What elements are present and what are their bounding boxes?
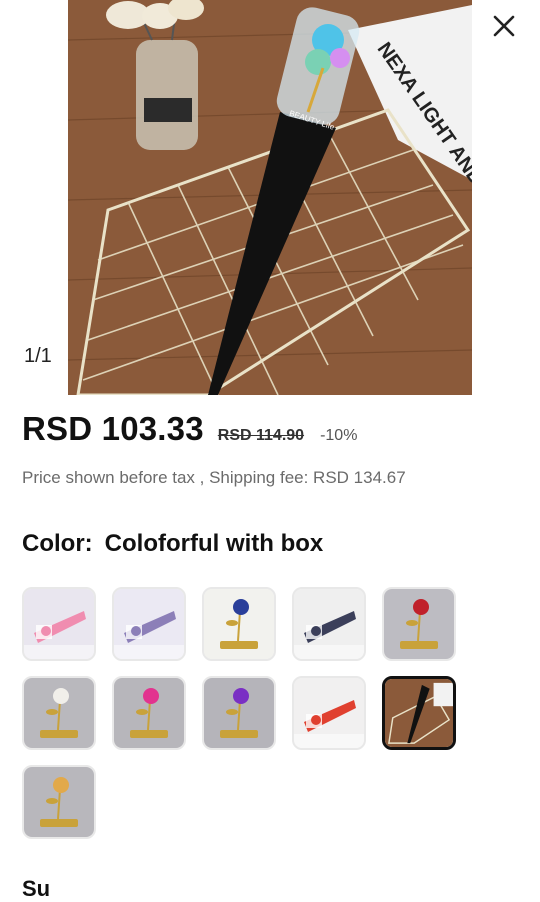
original-price: RSD 114.90 — [217, 427, 305, 444]
color-selection-label: Color: Coloforful with box — [22, 530, 323, 558]
tax-shipping-note: Price shown before tax , Shipping fee: R… — [22, 468, 406, 487]
color-swatch-purple-box[interactable] — [112, 587, 186, 661]
swatch-thumbnail — [204, 678, 274, 748]
color-swatch-grid — [22, 587, 492, 839]
price-row: RSD 103.33 RSD 114.90 -10% — [22, 410, 357, 448]
swatch-thumbnail — [294, 678, 364, 748]
color-swatch-gold-rose-stand[interactable] — [22, 765, 96, 839]
color-swatch-pink-box[interactable] — [22, 587, 96, 661]
color-swatch-colorful-box[interactable] — [382, 676, 456, 750]
color-swatch-navy-box[interactable] — [292, 587, 366, 661]
selected-color-value: Coloforful with box — [104, 530, 324, 557]
swatch-thumbnail — [24, 678, 94, 748]
color-swatch-red-box[interactable] — [292, 676, 366, 750]
swatch-thumbnail — [114, 589, 184, 659]
swatch-thumbnail — [204, 589, 274, 659]
close-icon — [493, 15, 515, 37]
color-swatch-pink-rose-stand[interactable] — [112, 676, 186, 750]
swatch-thumbnail — [24, 589, 94, 659]
swatch-thumbnail — [384, 589, 454, 659]
swatch-thumbnail — [24, 767, 94, 837]
color-swatch-blue-rose-stand[interactable] — [202, 587, 276, 661]
color-label: Color: — [22, 530, 93, 557]
swatch-thumbnail — [385, 679, 453, 747]
current-price: RSD 103.33 — [22, 410, 204, 447]
close-button[interactable] — [486, 8, 522, 44]
image-counter: 1/1 — [24, 345, 52, 367]
product-image[interactable]: NEXA LIGHT AND BEAUTY Life — [68, 0, 472, 395]
color-swatch-white-rose-stand[interactable] — [22, 676, 96, 750]
color-swatch-purple-rose-stand[interactable] — [202, 676, 276, 750]
color-swatch-red-rose-stand[interactable] — [382, 587, 456, 661]
next-section-heading: Su — [22, 876, 51, 901]
discount-badge: -10% — [320, 427, 358, 444]
swatch-thumbnail — [294, 589, 364, 659]
swatch-thumbnail — [114, 678, 184, 748]
